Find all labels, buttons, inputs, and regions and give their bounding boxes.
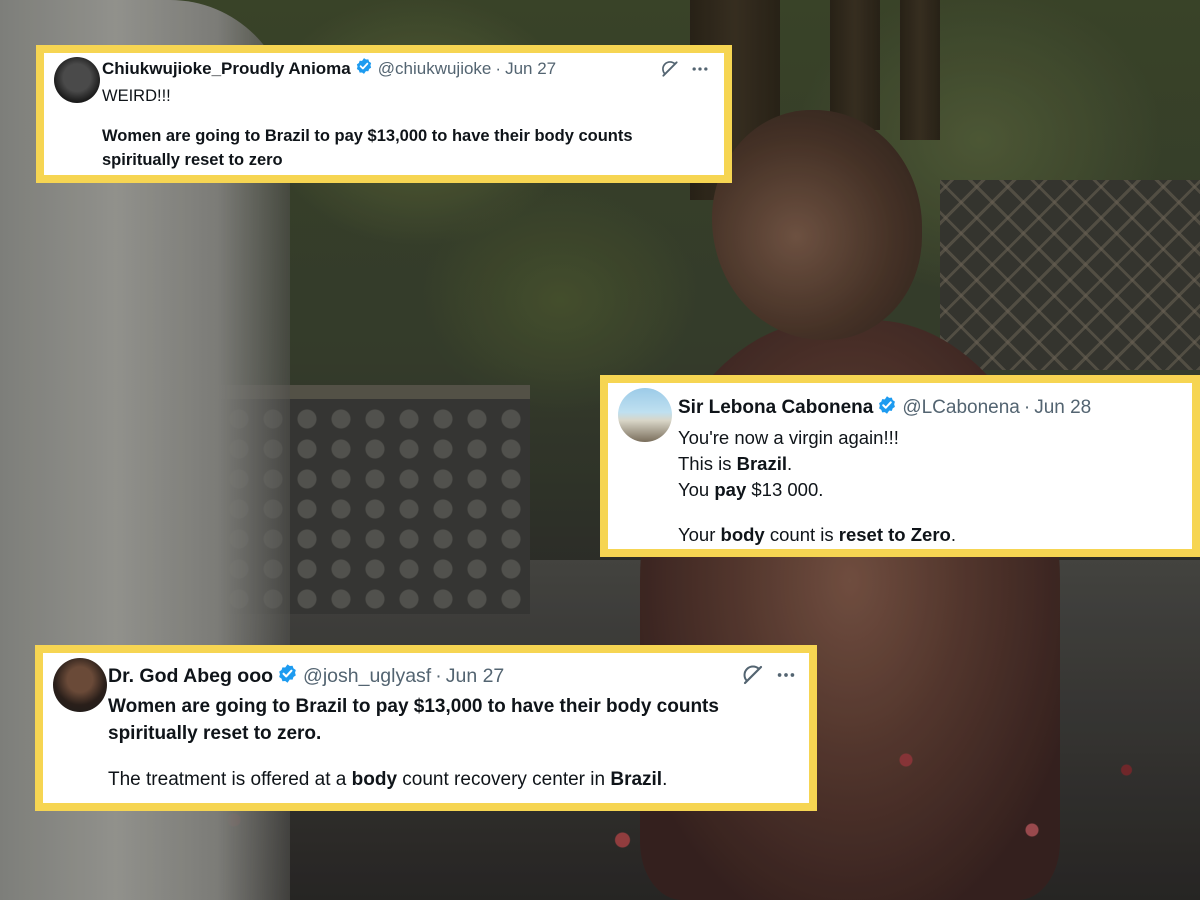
tweet-date[interactable]: Jun 28 [1034,397,1091,419]
avatar[interactable] [54,57,100,103]
author-name[interactable]: Chiukwujioke_Proudly Anioma [102,59,351,79]
tweet-line [108,747,719,766]
tweet-text-segment: The treatment is offered at a [108,769,352,790]
tweet-text: You're now a virgin again!!! This is Braz… [678,425,956,548]
tweet-line: The treatment is offered at a body count… [108,766,719,793]
tweet-text-segment: $13 000. [746,479,824,500]
tweet-card[interactable]: Sir Lebona Cabonena @LCabonena · Jun 28 … [600,375,1200,557]
tweet-text-segment: You're now a virgin again!!! [678,427,899,448]
more-icon[interactable] [690,59,710,84]
tweet-header: Dr. God Abeg ooo @josh_uglyasf · Jun 27 [108,663,504,690]
verified-badge-icon [355,57,373,80]
author-handle[interactable]: @LCabonena [902,397,1020,419]
tweet-card[interactable]: Chiukwujioke_Proudly Anioma @chiukwujiok… [36,45,732,183]
tweet-text-bold: body [351,769,398,790]
tweet-text-bold: Brazil [610,769,663,790]
tweet-text-segment: . [950,523,956,545]
tweet-line: Women are going to Brazil to pay $13,000… [102,125,633,149]
tweet-text-bold: Brazil [736,453,787,474]
tweet-text-segment: Your [678,523,721,545]
tweet-text-segment: WEIRD!!! [102,87,171,105]
tweet-line: spiritually reset to zero. [108,720,719,747]
tweet-line: Your body count is reset to Zero. [678,522,956,548]
tweet-text: WEIRD!!! Women are going to Brazil to pay… [102,85,633,172]
tweet-date[interactable]: Jun 27 [505,59,556,79]
tweet-line: WEIRD!!! [102,85,633,109]
tweet-text-bold: spiritually reset to zero [102,150,283,169]
tweet-text-segment: . [786,453,793,474]
tweet-text-segment: . [662,769,668,790]
tweet-line: This is Brazil. [678,451,956,477]
author-handle[interactable]: @chiukwujioke [378,59,492,79]
author-handle[interactable]: @josh_uglyasf [303,665,431,688]
verified-badge-icon [277,663,298,690]
author-name[interactable]: Sir Lebona Cabonena [678,397,873,419]
grok-icon[interactable] [660,59,680,84]
tweet-header: Chiukwujioke_Proudly Anioma @chiukwujiok… [102,57,556,80]
avatar[interactable] [53,658,107,712]
tweet-text-bold: Women are going to Brazil to pay $13,000… [108,696,719,717]
grok-icon[interactable] [741,663,765,692]
verified-badge-icon [877,395,897,421]
separator-dot: · [435,665,442,687]
tweet-text-bold: pay [714,479,747,500]
author-name[interactable]: Dr. God Abeg ooo [108,665,273,688]
tweet-text-bold: spiritually reset to zero. [108,723,322,744]
tweet-actions [741,663,797,692]
tweet-line: spiritually reset to zero [102,149,633,173]
tweet-text-segment: count recovery center in [397,769,611,790]
tweet-line: Women are going to Brazil to pay $13,000… [108,693,719,720]
tweet-line [678,503,956,522]
tweet-text: Women are going to Brazil to pay $13,000… [108,693,719,793]
tweet-text-bold: body [720,523,765,545]
tweet-line: You pay $13 000. [678,477,956,503]
tweet-header: Sir Lebona Cabonena @LCabonena · Jun 28 [678,395,1091,421]
tweet-text-segment: You [678,479,715,500]
separator-dot: · [495,58,502,78]
tweet-date[interactable]: Jun 27 [446,665,505,688]
tweet-line: You're now a virgin again!!! [678,425,956,451]
tweet-text-bold: Women are going to Brazil to pay $13,000… [102,127,633,145]
separator-dot: · [1023,397,1031,418]
tweet-card[interactable]: Dr. God Abeg ooo @josh_uglyasf · Jun 27 … [35,645,817,811]
tweet-text-segment: This is [678,453,737,474]
avatar[interactable] [618,388,672,442]
tweet-text-bold: reset to Zero [838,523,951,545]
more-icon[interactable] [775,664,797,691]
tweet-text-segment: count is [764,523,839,545]
tweet-actions [660,59,710,84]
tweet-line [102,109,633,126]
